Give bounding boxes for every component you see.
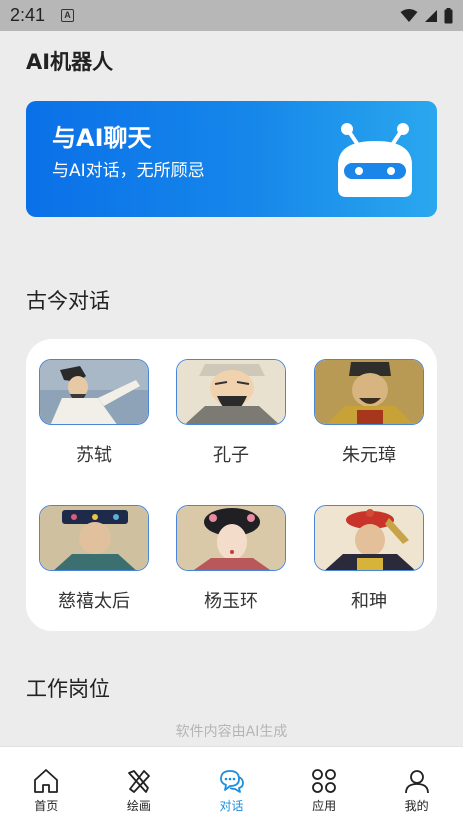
person-name: 慈禧太后 <box>58 591 130 612</box>
portrait-yang-yuhuan <box>176 505 286 571</box>
person-name: 朱元璋 <box>342 445 396 466</box>
person-zhu-yuanzhang[interactable]: 朱元璋 <box>314 359 424 479</box>
tab-home[interactable]: 首页 <box>0 747 93 824</box>
portrait-su-shi <box>39 359 149 425</box>
tab-profile[interactable]: 我的 <box>370 747 463 824</box>
tab-label: 应用 <box>312 799 337 813</box>
person-name: 和珅 <box>351 591 387 612</box>
portrait-cixi <box>39 505 149 571</box>
battery-icon <box>444 7 453 23</box>
tab-label: 对话 <box>219 799 244 813</box>
tab-label: 我的 <box>404 799 429 813</box>
tab-label: 绘画 <box>126 799 151 813</box>
portrait-heshen <box>314 505 424 571</box>
status-time: 2:41 <box>10 5 46 25</box>
tab-drawing[interactable]: 绘画 <box>93 747 186 824</box>
portrait-zhu-yuanzhang <box>314 359 424 425</box>
portrait-confucius <box>176 359 286 425</box>
brush-icon <box>127 770 150 793</box>
chat-icon <box>220 770 245 793</box>
tab-chat[interactable]: 对话 <box>185 747 278 824</box>
banner-title: 与AI聊天 <box>52 124 152 152</box>
person-confucius[interactable]: 孔子 <box>176 359 286 479</box>
status-bar: 2:41 A <box>0 0 463 31</box>
section-title-jobs: 工作岗位 <box>26 677 110 701</box>
tab-label: 首页 <box>34 799 59 813</box>
notification-a-icon: A <box>61 9 75 22</box>
person-su-shi[interactable]: 苏轼 <box>39 359 149 479</box>
section-title-ancient: 古今对话 <box>26 289 110 313</box>
wifi-icon <box>400 8 418 22</box>
signal-icon <box>425 9 437 22</box>
person-yang-yuhuan[interactable]: 杨玉环 <box>176 505 286 625</box>
ai-chat-banner[interactable]: 与AI聊天 与AI对话，无所顾忌 <box>26 101 437 217</box>
person-name: 苏轼 <box>76 445 112 466</box>
apps-icon <box>312 769 336 793</box>
ai-generated-note: 软件内容由AI生成 <box>175 724 288 740</box>
people-card: 苏轼 孔子 朱元璋 慈禧太后 杨玉环 和珅 <box>26 339 437 631</box>
profile-icon <box>404 770 429 794</box>
person-name: 杨玉环 <box>204 591 258 612</box>
tab-apps[interactable]: 应用 <box>278 747 371 824</box>
banner-subtitle: 与AI对话，无所顾忌 <box>52 161 205 181</box>
status-icons <box>400 7 453 24</box>
home-icon <box>34 769 59 793</box>
bottom-tab-bar: 首页 绘画 对话 应用 我的 <box>0 746 463 824</box>
robot-icon <box>338 123 412 197</box>
page-title: AI机器人 <box>26 50 114 74</box>
person-cixi[interactable]: 慈禧太后 <box>39 505 149 625</box>
person-heshen[interactable]: 和珅 <box>314 505 424 625</box>
person-name: 孔子 <box>213 445 249 466</box>
